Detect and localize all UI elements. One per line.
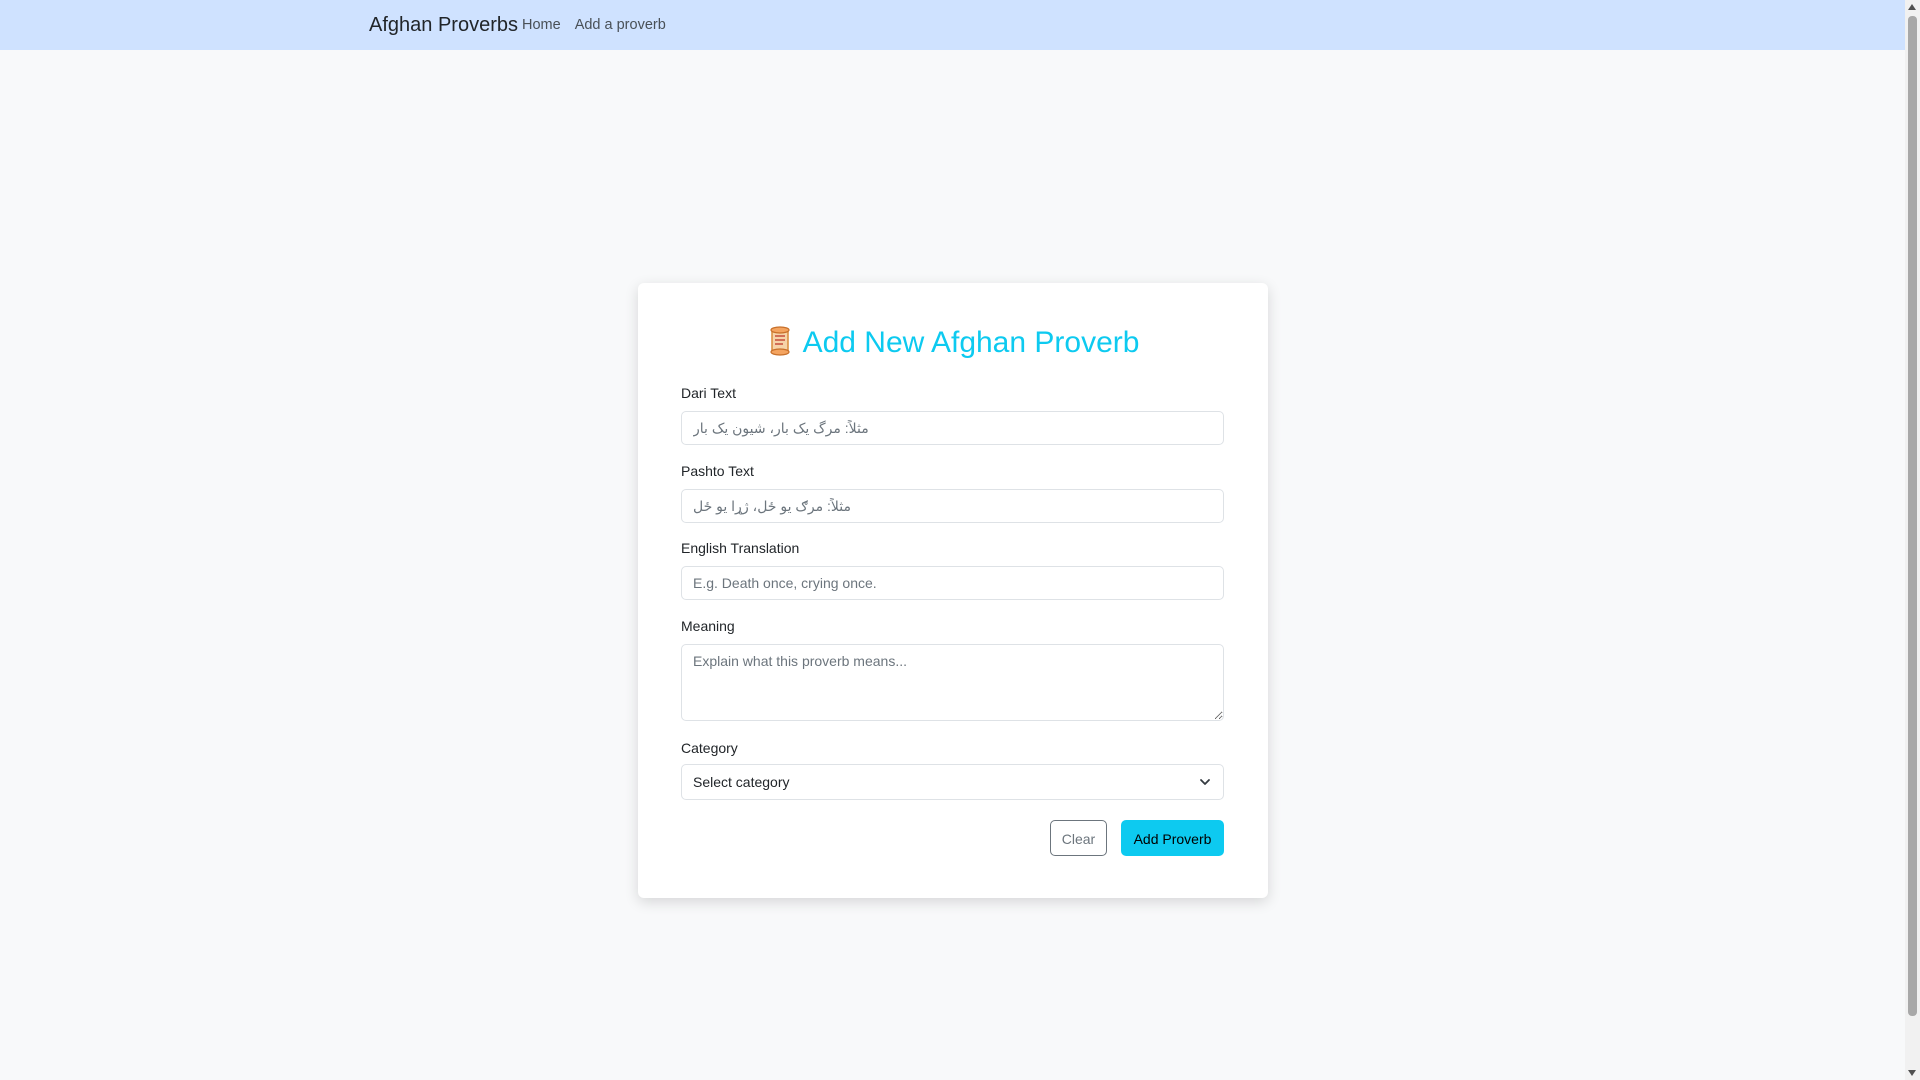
page-title: Add New Afghan Proverb	[638, 325, 1268, 361]
page-title-text: Add New Afghan Proverb	[802, 326, 1140, 359]
pashto-label: Pashto Text	[681, 463, 754, 479]
brand-link[interactable]: Afghan Proverbs	[369, 13, 518, 37]
add-proverb-button[interactable]: Add Proverb	[1121, 820, 1224, 856]
clear-button[interactable]: Clear	[1050, 820, 1107, 856]
chevron-down-icon	[1200, 779, 1210, 785]
meaning-textarea[interactable]	[681, 644, 1224, 721]
nav-add-proverb-link[interactable]: Add a proverb	[575, 16, 666, 34]
add-proverb-card: Add New Afghan Proverb Dari Text Pashto …	[638, 283, 1268, 898]
page-scrollbar[interactable]	[1905, 0, 1920, 1080]
scroll-down-arrow-icon[interactable]	[1908, 1070, 1916, 1076]
scrollbar-thumb[interactable]	[1908, 16, 1917, 1016]
dari-text-input[interactable]	[681, 411, 1224, 445]
scroll-up-arrow-icon[interactable]	[1908, 4, 1916, 10]
category-label: Category	[681, 740, 738, 756]
pashto-text-input[interactable]	[681, 489, 1224, 523]
category-selected-value: Select category	[693, 774, 790, 790]
dari-label: Dari Text	[681, 385, 736, 401]
meaning-label: Meaning	[681, 618, 735, 634]
scroll-icon	[769, 326, 790, 356]
category-select[interactable]: Select category	[681, 764, 1224, 800]
english-label: English Translation	[681, 540, 800, 556]
nav-home-link[interactable]: Home	[522, 16, 561, 34]
top-navbar: Afghan Proverbs Home Add a proverb	[0, 0, 1905, 50]
english-translation-input[interactable]	[681, 566, 1224, 600]
nav-links: Home Add a proverb	[522, 16, 666, 34]
